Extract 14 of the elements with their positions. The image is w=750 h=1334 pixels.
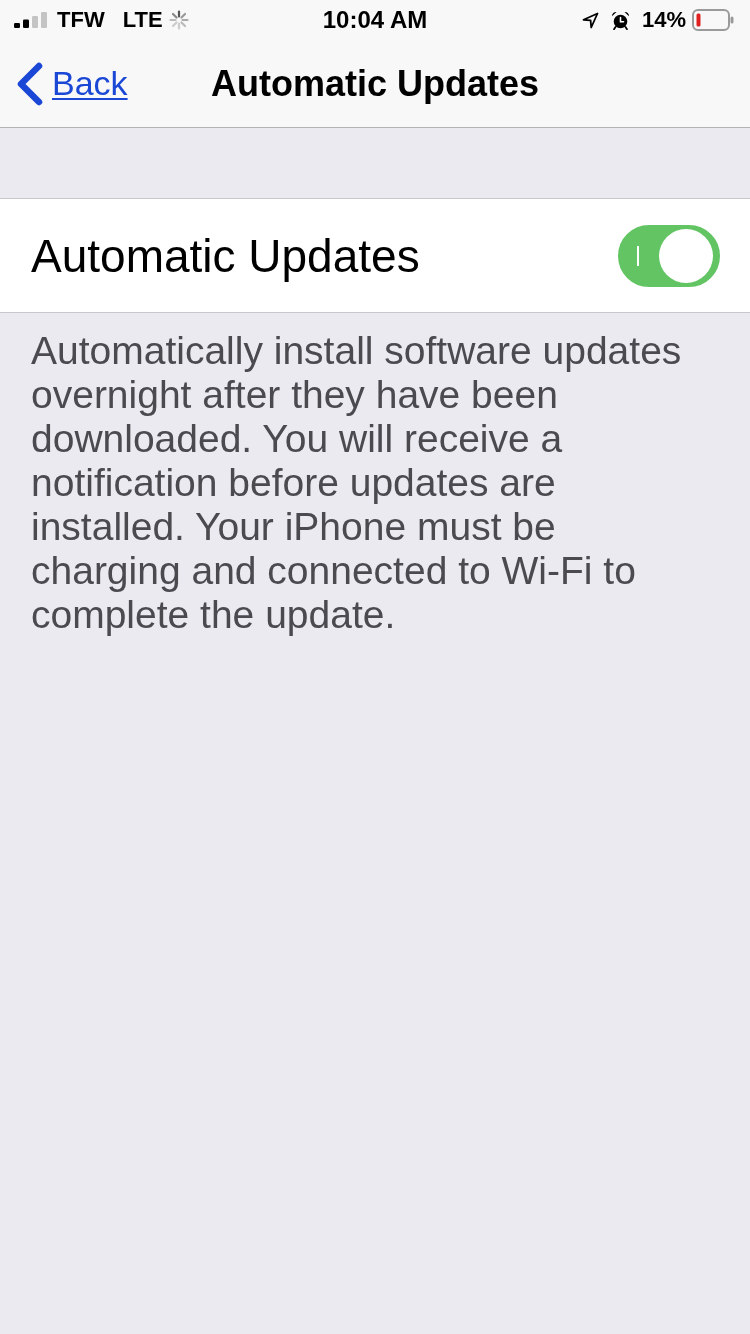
battery-icon	[692, 9, 734, 31]
battery-percent: 14%	[641, 7, 686, 33]
signal-icon	[14, 12, 48, 28]
chevron-left-icon	[17, 61, 43, 106]
setting-label: Automatic Updates	[31, 228, 420, 283]
loading-spinner-icon	[168, 10, 189, 30]
page-title: Automatic Updates	[211, 62, 539, 105]
setting-description: Automatically install software updates overnight after they have been downloaded. You will receive a notification before updates are installed. Your iPhone must be charging and connected to Wi-Fi to complete the update.	[30, 328, 683, 637]
carrier-name: TFW	[57, 7, 105, 33]
location-arrow-icon	[581, 11, 599, 29]
back-button[interactable]: Back	[17, 61, 128, 106]
clock-time: 10:04 AM	[322, 6, 428, 34]
alarm-clock-icon	[610, 10, 630, 30]
network-type: LTE	[122, 7, 163, 33]
